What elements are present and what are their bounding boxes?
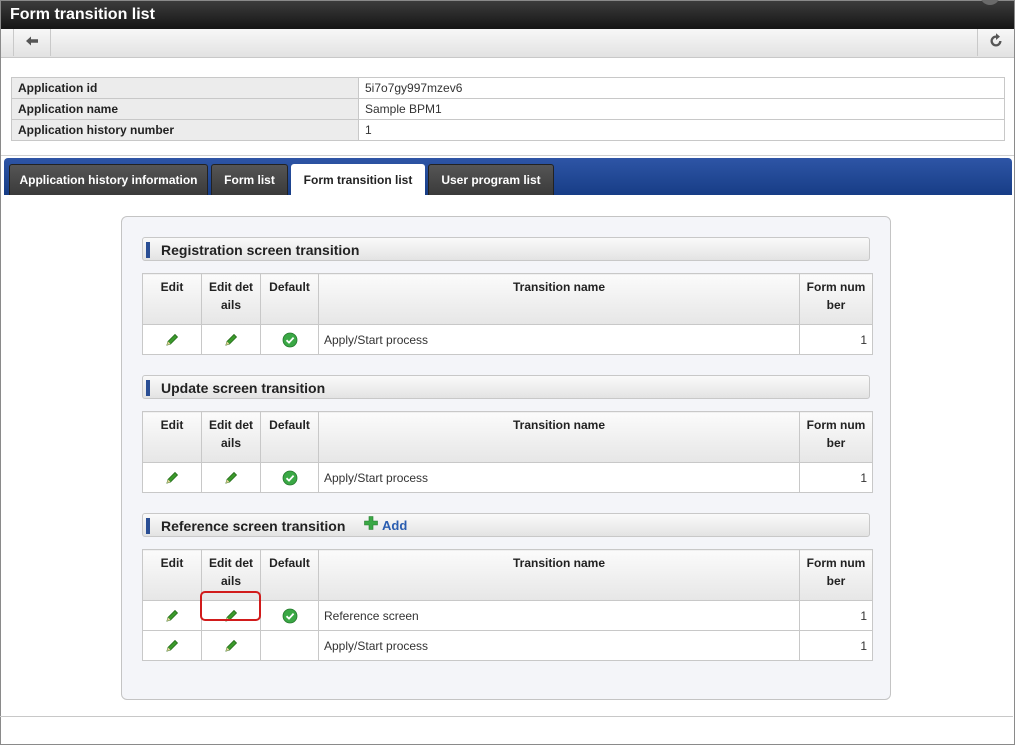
table-row: Reference screen 1: [142, 600, 873, 631]
edit-details-cell: [201, 462, 261, 493]
column-header-edit: Edit: [142, 411, 202, 463]
tab-form-transition-list[interactable]: Form transition list: [291, 164, 425, 195]
form-number-cell: 1: [799, 324, 873, 355]
info-value: Sample BPM1: [358, 98, 1005, 120]
column-header-form-number: Form num ber: [799, 549, 873, 601]
column-header-transition-name: Transition name: [318, 273, 800, 325]
column-header-transition-name: Transition name: [318, 411, 800, 463]
default-cell: [260, 462, 319, 493]
section-title: Registration screen transition: [161, 242, 360, 258]
section-header-registration: Registration screen transition: [142, 237, 870, 261]
refresh-icon: [988, 33, 1004, 52]
info-row: Application name Sample BPM1: [11, 98, 1005, 120]
tab-application-history-information[interactable]: Application history information: [9, 164, 208, 195]
section-marker: [146, 518, 150, 534]
window-control[interactable]: [980, 0, 1000, 5]
check-circle-icon: [282, 470, 298, 486]
edit-details-pencil-icon[interactable]: [223, 608, 239, 624]
edit-cell: [142, 630, 202, 661]
add-button[interactable]: Add: [364, 514, 407, 538]
column-header-default: Default: [260, 273, 319, 325]
edit-details-pencil-icon[interactable]: [223, 332, 239, 348]
table-row: Apply/Start process 1: [142, 630, 873, 661]
default-cell: [260, 630, 319, 661]
table-header-row: Edit Edit det ails Default Transition na…: [142, 549, 873, 601]
back-button[interactable]: [13, 29, 51, 56]
info-row: Application id 5i7o7gy997mzev6: [11, 77, 1005, 99]
arrow-left-icon: [24, 33, 40, 52]
section-title: Reference screen transition: [161, 518, 346, 534]
edit-cell: [142, 324, 202, 355]
edit-details-cell: [201, 600, 261, 631]
form-number-cell: 1: [799, 630, 873, 661]
transition-name-cell: Apply/Start process: [318, 630, 800, 661]
column-header-form-number: Form num ber: [799, 411, 873, 463]
info-label: Application id: [11, 77, 359, 99]
table-header-row: Edit Edit det ails Default Transition na…: [142, 411, 873, 463]
edit-pencil-icon[interactable]: [164, 608, 180, 624]
reference-transition-table: Edit Edit det ails Default Transition na…: [142, 549, 873, 661]
table-header-row: Edit Edit det ails Default Transition na…: [142, 273, 873, 325]
section-marker: [146, 242, 150, 258]
edit-pencil-icon[interactable]: [164, 332, 180, 348]
column-header-edit-details: Edit det ails: [201, 411, 261, 463]
section-header-reference: Reference screen transition Add: [142, 513, 870, 537]
column-header-edit-details: Edit det ails: [201, 273, 261, 325]
transition-name-cell: Apply/Start process: [318, 462, 800, 493]
title-bar: Form transition list: [1, 0, 1014, 29]
divider: [1, 155, 1014, 156]
edit-details-cell: [201, 630, 261, 661]
edit-details-pencil-icon[interactable]: [223, 638, 239, 654]
plus-icon: [364, 514, 382, 538]
application-info-table: Application id 5i7o7gy997mzev6 Applicati…: [11, 77, 1005, 141]
form-number-cell: 1: [799, 600, 873, 631]
check-circle-icon: [282, 332, 298, 348]
section-header-update: Update screen transition: [142, 375, 870, 399]
registration-transition-table: Edit Edit det ails Default Transition na…: [142, 273, 873, 355]
check-circle-icon: [282, 608, 298, 624]
bottom-divider: [0, 716, 1013, 717]
toolbar: [1, 29, 1014, 58]
section-marker: [146, 380, 150, 396]
edit-details-pencil-icon[interactable]: [223, 470, 239, 486]
info-value: 5i7o7gy997mzev6: [358, 77, 1005, 99]
info-row: Application history number 1: [11, 119, 1005, 141]
section-title: Update screen transition: [161, 380, 326, 396]
column-header-edit: Edit: [142, 273, 202, 325]
window-title: Form transition list: [10, 6, 155, 23]
edit-pencil-icon[interactable]: [164, 470, 180, 486]
column-header-transition-name: Transition name: [318, 549, 800, 601]
column-header-edit: Edit: [142, 549, 202, 601]
default-cell: [260, 324, 319, 355]
edit-cell: [142, 600, 202, 631]
info-label: Application name: [11, 98, 359, 120]
column-header-default: Default: [260, 549, 319, 601]
transition-name-cell: Reference screen: [318, 600, 800, 631]
refresh-button[interactable]: [977, 29, 1014, 56]
update-transition-table: Edit Edit det ails Default Transition na…: [142, 411, 873, 493]
column-header-form-number: Form num ber: [799, 273, 873, 325]
column-header-default: Default: [260, 411, 319, 463]
transition-name-cell: Apply/Start process: [318, 324, 800, 355]
column-header-edit-details: Edit det ails: [201, 549, 261, 601]
add-label: Add: [382, 518, 408, 533]
tab-bar: Application history information Form lis…: [4, 158, 1012, 195]
info-label: Application history number: [11, 119, 359, 141]
edit-cell: [142, 462, 202, 493]
tab-user-program-list[interactable]: User program list: [428, 164, 554, 195]
tab-form-list[interactable]: Form list: [211, 164, 288, 195]
info-value: 1: [358, 119, 1005, 141]
form-number-cell: 1: [799, 462, 873, 493]
default-cell: [260, 600, 319, 631]
table-row: Apply/Start process 1: [142, 324, 873, 355]
edit-pencil-icon[interactable]: [164, 638, 180, 654]
table-row: Apply/Start process 1: [142, 462, 873, 493]
edit-details-cell: [201, 324, 261, 355]
